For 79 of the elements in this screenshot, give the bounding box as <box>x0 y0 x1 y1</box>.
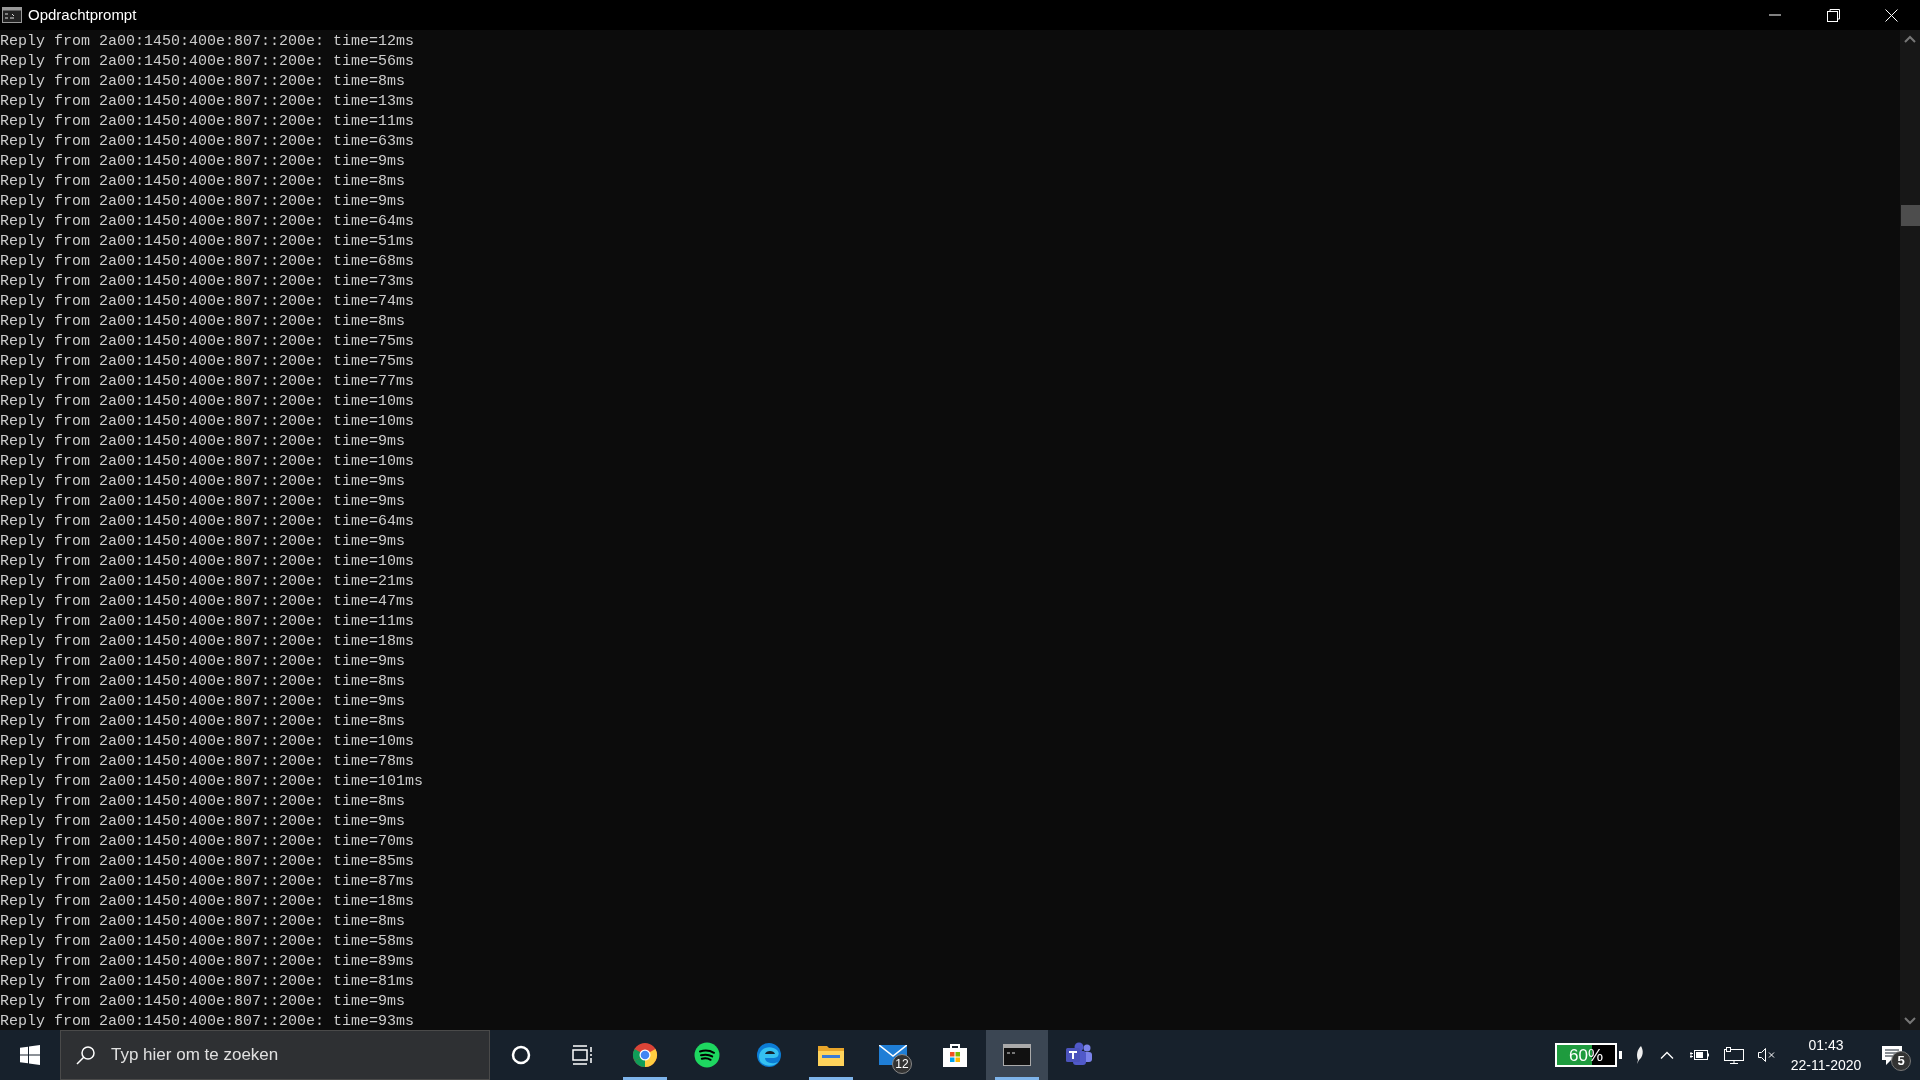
console-line: Reply from 2a00:1450:400e:807::200e: time=9ms <box>0 432 406 452</box>
console-line: Reply from 2a00:1450:400e:807::200e: time=13ms <box>0 92 415 112</box>
console-line: Reply from 2a00:1450:400e:807::200e: time=8ms <box>0 312 406 332</box>
restore-icon <box>1826 8 1840 22</box>
windows-logo-icon <box>20 1045 40 1065</box>
console-line: Reply from 2a00:1450:400e:807::200e: time=10ms <box>0 412 415 432</box>
console-line: Reply from 2a00:1450:400e:807::200e: time=8ms <box>0 672 406 692</box>
console-line: Reply from 2a00:1450:400e:807::200e: time=10ms <box>0 552 415 572</box>
window-title: Opdrachtprompt <box>28 4 137 25</box>
console-line: Reply from 2a00:1450:400e:807::200e: time=9ms <box>0 192 406 212</box>
console-line: Reply from 2a00:1450:400e:807::200e: time=9ms <box>0 532 406 552</box>
console-line: Reply from 2a00:1450:400e:807::200e: time=64ms <box>0 212 415 232</box>
spotify-icon <box>694 1042 720 1068</box>
search-icon <box>76 1045 96 1065</box>
console-line: Reply from 2a00:1450:400e:807::200e: time=85ms <box>0 852 415 872</box>
console-line: Reply from 2a00:1450:400e:807::200e: time=9ms <box>0 692 406 712</box>
console-line: Reply from 2a00:1450:400e:807::200e: time=8ms <box>0 72 406 92</box>
console-line: Reply from 2a00:1450:400e:807::200e: time=70ms <box>0 832 415 852</box>
console-line: Reply from 2a00:1450:400e:807::200e: time=78ms <box>0 752 415 772</box>
network-icon[interactable] <box>1724 1046 1744 1064</box>
search-field[interactable]: Typ hier om te zoeken <box>60 1030 490 1080</box>
terminal-icon <box>1003 1044 1031 1066</box>
console-line: Reply from 2a00:1450:400e:807::200e: time=8ms <box>0 792 406 812</box>
console-line: Reply from 2a00:1450:400e:807::200e: time=9ms <box>0 652 406 672</box>
console-line: Reply from 2a00:1450:400e:807::200e: time=75ms <box>0 332 415 352</box>
console-line: Reply from 2a00:1450:400e:807::200e: time=101ms <box>0 772 424 792</box>
unread-count: 12 <box>892 1054 912 1074</box>
console-line: Reply from 2a00:1450:400e:807::200e: time=58ms <box>0 932 415 952</box>
console-line: Reply from 2a00:1450:400e:807::200e: time=21ms <box>0 572 415 592</box>
scrollbar-thumb[interactable] <box>1900 205 1920 226</box>
clock[interactable]: 01:43 22-11-2020 <box>1786 1030 1866 1080</box>
console-line: Reply from 2a00:1450:400e:807::200e: time=10ms <box>0 452 415 472</box>
notifications-button[interactable]: 5 <box>1868 1030 1916 1080</box>
command-prompt-button[interactable] <box>986 1030 1048 1080</box>
console-line: Reply from 2a00:1450:400e:807::200e: time=93ms <box>0 1012 415 1030</box>
minimize-icon <box>1769 14 1781 16</box>
close-icon <box>1884 8 1898 22</box>
console-line: Reply from 2a00:1450:400e:807::200e: time=8ms <box>0 912 406 932</box>
console-line: Reply from 2a00:1450:400e:807::200e: time=64ms <box>0 512 415 532</box>
console-line: Reply from 2a00:1450:400e:807::200e: time=77ms <box>0 372 415 392</box>
terminal-icon <box>2 7 22 23</box>
console-line: Reply from 2a00:1450:400e:807::200e: time=9ms <box>0 152 406 172</box>
console-line: Reply from 2a00:1450:400e:807::200e: time=56ms <box>0 52 415 72</box>
console-line: Reply from 2a00:1450:400e:807::200e: time=10ms <box>0 732 415 752</box>
chevron-up-icon <box>1660 1051 1674 1059</box>
console-line: Reply from 2a00:1450:400e:807::200e: time=75ms <box>0 352 415 372</box>
console-line: Reply from 2a00:1450:400e:807::200e: time=8ms <box>0 712 406 732</box>
folder-icon <box>818 1044 844 1066</box>
console-line: Reply from 2a00:1450:400e:807::200e: time=63ms <box>0 132 415 152</box>
console-line: Reply from 2a00:1450:400e:807::200e: time=51ms <box>0 232 415 252</box>
console-line: Reply from 2a00:1450:400e:807::200e: time=11ms <box>0 112 415 132</box>
console-line: Reply from 2a00:1450:400e:807::200e: time=9ms <box>0 992 406 1012</box>
console-line: Reply from 2a00:1450:400e:807::200e: time=47ms <box>0 592 415 612</box>
notification-count: 5 <box>1891 1051 1911 1071</box>
mail-button[interactable]: 12 <box>862 1030 924 1080</box>
console-line: Reply from 2a00:1450:400e:807::200e: time=73ms <box>0 272 415 292</box>
feather-icon[interactable] <box>1636 1046 1644 1064</box>
cortana-circle-icon <box>511 1045 531 1065</box>
console-line: Reply from 2a00:1450:400e:807::200e: time=74ms <box>0 292 415 312</box>
console-line: Reply from 2a00:1450:400e:807::200e: time=8ms <box>0 172 406 192</box>
console-line: Reply from 2a00:1450:400e:807::200e: time=18ms <box>0 892 415 912</box>
console-line: Reply from 2a00:1450:400e:807::200e: time=9ms <box>0 472 406 492</box>
console-line: Reply from 2a00:1450:400e:807::200e: time=89ms <box>0 952 415 972</box>
console-line: Reply from 2a00:1450:400e:807::200e: time=18ms <box>0 632 415 652</box>
console-line: Reply from 2a00:1450:400e:807::200e: time=87ms <box>0 872 415 892</box>
console-line: Reply from 2a00:1450:400e:807::200e: time=11ms <box>0 612 415 632</box>
console-line: Reply from 2a00:1450:400e:807::200e: time=9ms <box>0 812 406 832</box>
console-line: Reply from 2a00:1450:400e:807::200e: time=9ms <box>0 492 406 512</box>
task-view-icon <box>572 1045 594 1065</box>
console-line: Reply from 2a00:1450:400e:807::200e: time=68ms <box>0 252 415 272</box>
teams-icon <box>1065 1042 1093 1068</box>
edge-icon <box>756 1042 782 1068</box>
console-line: Reply from 2a00:1450:400e:807::200e: time=10ms <box>0 392 415 412</box>
console-line: Reply from 2a00:1450:400e:807::200e: time=81ms <box>0 972 415 992</box>
battery-charging-icon[interactable] <box>1690 1049 1710 1061</box>
console-line: Reply from 2a00:1450:400e:807::200e: time=12ms <box>0 32 415 52</box>
chrome-icon <box>632 1042 658 1068</box>
scrollbar[interactable] <box>1900 30 1920 1030</box>
shopping-bag-icon <box>942 1042 968 1068</box>
